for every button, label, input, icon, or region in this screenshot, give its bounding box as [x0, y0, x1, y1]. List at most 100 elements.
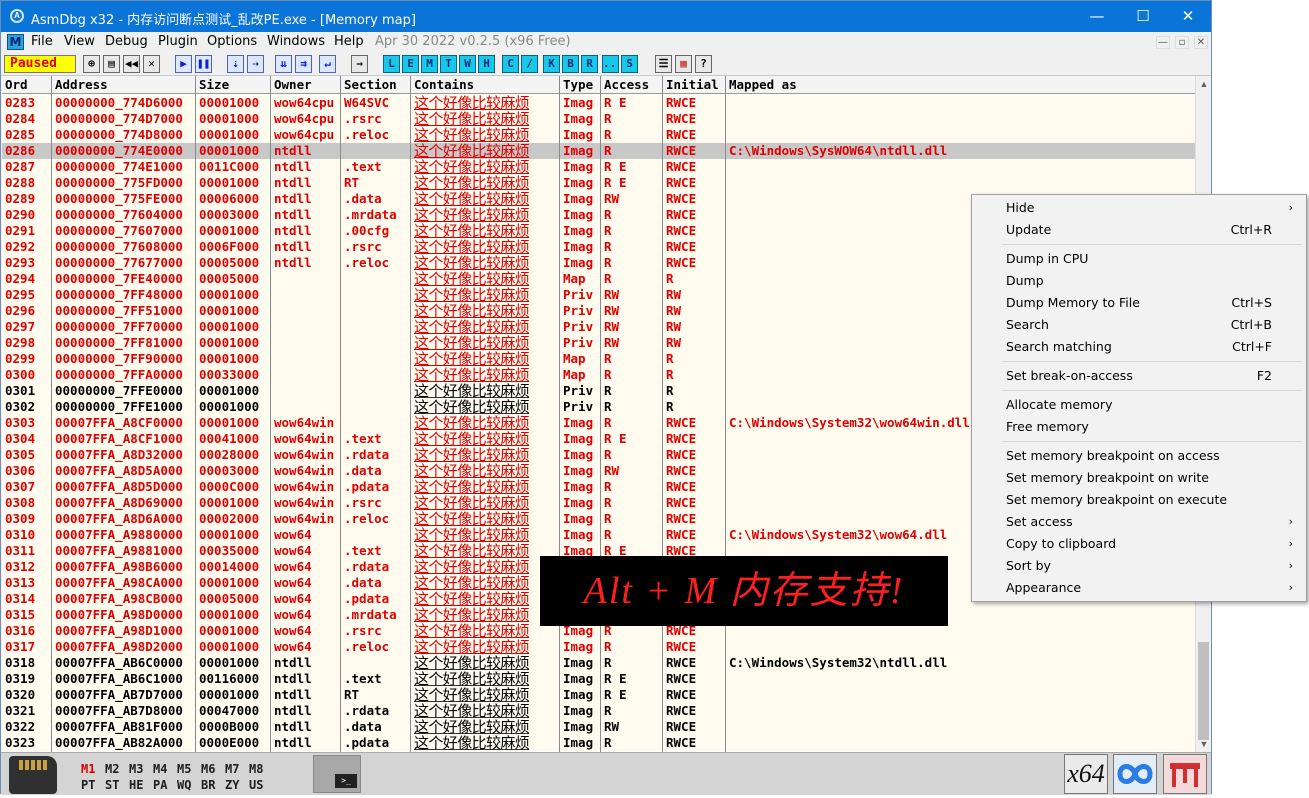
step-over-icon[interactable]: ⇢	[247, 55, 264, 73]
context-menu-item[interactable]: Allocate memory	[973, 394, 1305, 416]
column-size[interactable]: Size	[196, 76, 271, 94]
menu-view[interactable]: View	[64, 34, 95, 49]
context-menu-item[interactable]: Dump Memory to File Ctrl+S	[973, 292, 1305, 314]
table-row[interactable]: 0322 00007FFA_AB81F000 0000B000 ntdll .data 这…	[2, 719, 1195, 735]
memory-tab-br[interactable]: BR	[201, 778, 215, 792]
table-row[interactable]: 0286 00000000_774E0000 00001000 ntdll 这个好像比较…	[2, 143, 1195, 159]
scroll-down-icon[interactable]: ▼	[1196, 736, 1212, 752]
toolbar-letter-w[interactable]: W	[459, 55, 476, 73]
memory-tab-m5[interactable]: M5	[177, 762, 191, 776]
context-menu-item[interactable]: Update Ctrl+R	[973, 219, 1305, 241]
column-address[interactable]: Address	[52, 76, 196, 94]
context-menu-item[interactable]: Appearance ›	[973, 577, 1305, 599]
context-menu-item[interactable]: Set memory breakpoint on execute	[973, 489, 1305, 511]
mdi-close-button[interactable]: ✕	[1194, 36, 1208, 49]
toolbar-letter-l[interactable]: L	[383, 55, 400, 73]
menu-help[interactable]: Help	[334, 34, 364, 49]
toolbar-letter-h[interactable]: H	[478, 55, 495, 73]
toolbar-letter-m[interactable]: M	[421, 55, 438, 73]
context-menu-item[interactable]: Sort by ›	[973, 555, 1305, 577]
toolbar-letter-b[interactable]: B	[562, 55, 579, 73]
column-mapped-as[interactable]: Mapped as	[726, 76, 1195, 94]
mdi-restore-button[interactable]: ▫	[1175, 36, 1189, 49]
x64-mode-icon[interactable]: x64	[1064, 754, 1108, 794]
memory-tab-m3[interactable]: M3	[129, 762, 143, 776]
context-menu-item[interactable]: Copy to clipboard ›	[973, 533, 1305, 555]
execute-till-return-icon[interactable]: ↵	[319, 55, 336, 73]
table-row[interactable]: 0287 00000000_774E1000 0011C000 ntdll .text 这…	[2, 159, 1195, 175]
trace-over-icon[interactable]: ⇉	[295, 55, 312, 73]
toolbar-letter-e[interactable]: E	[402, 55, 419, 73]
rewind-icon[interactable]: ◀◀	[123, 55, 140, 73]
memory-tab-zy[interactable]: ZY	[225, 778, 239, 792]
column-type[interactable]: Type	[560, 76, 601, 94]
column-section[interactable]: Section	[341, 76, 411, 94]
help-icon[interactable]: ?	[695, 55, 712, 73]
run-icon[interactable]: ▶	[175, 55, 192, 73]
maximize-button[interactable]: ☐	[1120, 1, 1166, 32]
context-menu-item[interactable]: Dump in CPU	[973, 248, 1305, 270]
memory-tab-pa[interactable]: PA	[153, 778, 167, 792]
toolbar-letter-r[interactable]: R	[581, 55, 598, 73]
memory-tab-m6[interactable]: M6	[201, 762, 215, 776]
memory-tab-m4[interactable]: M4	[153, 762, 167, 776]
toolbar-letter-slash[interactable]: /	[521, 55, 538, 73]
context-menu-item[interactable]: Search matching Ctrl+F	[973, 336, 1305, 358]
memory-tab-us[interactable]: US	[249, 778, 263, 792]
terminal-icon[interactable]: >_	[313, 755, 361, 793]
table-row[interactable]: 0317 00007FFA_A98D2000 00001000 wow64 .reloc…	[2, 639, 1195, 655]
menu-debug[interactable]: Debug	[105, 34, 148, 49]
memory-tab-m7[interactable]: M7	[225, 762, 239, 776]
column-initial[interactable]: Initial	[663, 76, 726, 94]
memory-tab-m1[interactable]: M1	[81, 762, 95, 776]
step-into-icon[interactable]: ⇣	[227, 55, 244, 73]
column-owner[interactable]: Owner	[271, 76, 341, 94]
table-row[interactable]: 0323 00007FFA_AB82A000 0000E000 ntdll .pdata…	[2, 735, 1195, 751]
context-menu-item[interactable]: Hide ›	[973, 197, 1305, 219]
target-icon[interactable]: ⊕	[83, 55, 100, 73]
pause-icon[interactable]: ❚❚	[195, 55, 212, 73]
context-menu-item[interactable]: Set memory breakpoint on write	[973, 467, 1305, 489]
table-row[interactable]: 0284 00000000_774D7000 00001000 wow64cpu .rs…	[2, 111, 1195, 127]
close-button[interactable]: ✕	[1165, 1, 1211, 32]
column-ord[interactable]: Ord	[2, 76, 52, 94]
scroll-thumb[interactable]	[1198, 642, 1209, 740]
mdi-logo-icon[interactable]: M	[7, 34, 24, 50]
context-menu-item[interactable]: Dump	[973, 270, 1305, 292]
table-row[interactable]: 0283 00000000_774D6000 00001000 wow64cpu W64…	[2, 95, 1195, 111]
column-contains[interactable]: Contains	[411, 76, 560, 94]
context-menu-item[interactable]: Set memory breakpoint on access	[973, 445, 1305, 467]
run-to-user-icon[interactable]: →	[351, 55, 368, 73]
context-menu-item[interactable]: Set break-on-access F2	[973, 365, 1305, 387]
memory-tab-pt[interactable]: PT	[81, 778, 95, 792]
toolbar-letter-dots[interactable]: ...	[602, 55, 619, 73]
toolbar-letter-t[interactable]: T	[440, 55, 457, 73]
table-row[interactable]: 0288 00000000_775FD000 00001000 ntdll RT 这个好像…	[2, 175, 1195, 191]
toolbar-letter-s[interactable]: S	[621, 55, 638, 73]
memory-tab-st[interactable]: ST	[105, 778, 119, 792]
plugin-icon[interactable]	[1163, 754, 1207, 794]
title-bar[interactable]: A AsmDbg x32 - 内存访问断点测试_乱改PE.exe - [Memo…	[1, 1, 1211, 32]
table-row[interactable]: 0285 00000000_774D8000 00001000 wow64cpu .re…	[2, 127, 1195, 143]
minimize-button[interactable]: —	[1074, 1, 1120, 32]
open-folder-icon[interactable]: ▤	[103, 55, 120, 73]
memory-tab-he[interactable]: HE	[129, 778, 143, 792]
infinity-icon[interactable]	[1113, 754, 1157, 794]
toolbar-letter-c[interactable]: C	[502, 55, 519, 73]
table-row[interactable]: 0320 00007FFA_AB7D7000 00001000 ntdll RT 这个好像…	[2, 687, 1195, 703]
mdi-minimize-button[interactable]: —	[1156, 36, 1170, 49]
list-icon[interactable]: ☰	[655, 55, 672, 73]
table-row[interactable]: 0319 00007FFA_AB6C1000 00116000 ntdll .text 这…	[2, 671, 1195, 687]
menu-windows[interactable]: Windows	[267, 34, 325, 49]
trace-into-icon[interactable]: ⇊	[275, 55, 292, 73]
menu-options[interactable]: Options	[207, 34, 257, 49]
context-menu-item[interactable]: Set access ›	[973, 511, 1305, 533]
toolbar-letter-k[interactable]: K	[543, 55, 560, 73]
sd-card-icon[interactable]	[9, 756, 57, 794]
scroll-up-icon[interactable]: ▲	[1196, 76, 1212, 92]
column-access[interactable]: Access	[601, 76, 663, 94]
memory-tab-m8[interactable]: M8	[249, 762, 263, 776]
context-menu-item[interactable]: Free memory	[973, 416, 1305, 438]
stop-icon[interactable]: ✕	[143, 55, 160, 73]
palette-icon[interactable]: ▦	[675, 55, 692, 73]
